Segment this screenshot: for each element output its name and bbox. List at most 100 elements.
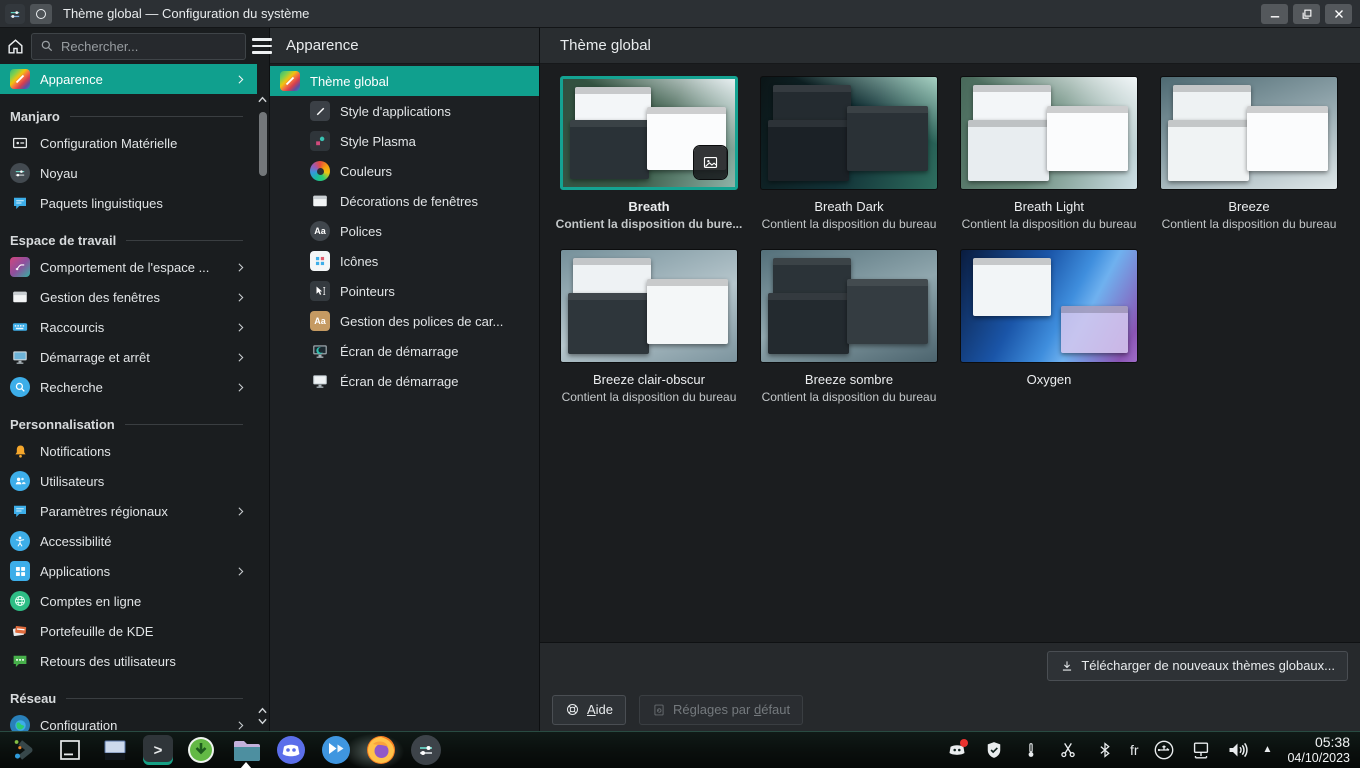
clipboard-scissors-tray-icon[interactable] [1056, 736, 1080, 764]
package-updater-launcher[interactable] [184, 733, 218, 767]
sidebar-item-notifications[interactable]: Notifications [0, 436, 257, 466]
sidebar-item-retours-utilisateurs[interactable]: Retours des utilisateurs [0, 646, 257, 676]
chevron-right-icon [234, 565, 247, 578]
sidebar-item-demarrage-arret[interactable]: Démarrage et arrêt [0, 342, 257, 372]
page-title: Thème global [540, 28, 1360, 64]
keyboard-layout-indicator[interactable]: fr [1130, 742, 1139, 758]
discord-tray-icon[interactable] [945, 736, 969, 764]
subpanel-item-style-applications[interactable]: Style d'applications [270, 96, 539, 126]
font-management-icon: Aa [310, 311, 330, 331]
search-field[interactable] [31, 32, 246, 60]
preview-image-button[interactable] [693, 145, 728, 180]
updates-icon [188, 737, 214, 763]
help-button[interactable]: Aide [552, 694, 627, 725]
defaults-button[interactable]: Réglages par défaut [639, 694, 804, 725]
sidebar-item-paquets-linguistiques[interactable]: Paquets linguistiques [0, 188, 257, 218]
theme-card-breath-dark[interactable]: Breath Dark Contient la disposition du b… [760, 76, 938, 231]
application-style-icon [310, 101, 330, 121]
section-manjaro: Manjaro [0, 104, 257, 128]
kernel-icon [10, 163, 30, 183]
subpanel-item-gestion-polices[interactable]: Aa Gestion des polices de car... [270, 306, 539, 336]
scrollbar-up-arrow[interactable] [258, 96, 267, 105]
theme-card-breeze[interactable]: Breeze Contient la disposition du bureau [1160, 76, 1338, 231]
virtual-desktop-pager[interactable] [53, 733, 87, 767]
pager-icon [60, 740, 80, 760]
main-content: Thème global Breath Contient la disposit… [540, 28, 1360, 731]
cursors-icon [310, 281, 330, 301]
subpanel-item-couleurs[interactable]: Couleurs [270, 156, 539, 186]
home-button[interactable] [6, 32, 25, 60]
download-themes-button[interactable]: Télécharger de nouveaux thèmes globaux..… [1047, 650, 1348, 681]
usb-devices-tray-icon[interactable] [1152, 736, 1176, 764]
minimize-icon [1270, 15, 1279, 17]
minimize-button[interactable] [1261, 3, 1288, 24]
search-settings-icon [10, 377, 30, 397]
sidebar-item-applications[interactable]: Applications [0, 556, 257, 586]
subpanel-item-style-plasma[interactable]: Style Plasma [270, 126, 539, 156]
sidebar-toolbar [0, 28, 272, 64]
subpanel-item-polices[interactable]: Aa Polices [270, 216, 539, 246]
sidebar-item-gestion-fenetres[interactable]: Gestion des fenêtres [0, 282, 257, 312]
theme-card-breeze-clair-obscur[interactable]: Breeze clair-obscur Contient la disposit… [560, 249, 738, 404]
network-tray-icon[interactable] [1189, 736, 1213, 764]
kde-app-launcher[interactable] [319, 733, 353, 767]
maximize-button[interactable] [1293, 3, 1320, 24]
system-settings-task[interactable] [409, 733, 443, 767]
window-title: Thème global — Configuration du système [63, 6, 310, 21]
scrollbar-up-arrow-bottom[interactable] [258, 707, 267, 716]
shortcuts-icon [10, 317, 30, 337]
terminal-launcher[interactable]: > [143, 735, 173, 765]
chevron-right-icon [234, 321, 247, 334]
sidebar-item-configuration-reseau[interactable]: Configuration [0, 710, 257, 731]
search-input[interactable] [61, 38, 237, 54]
scrollbar-down-arrow[interactable] [258, 718, 267, 727]
subpanel-item-decorations[interactable]: Décorations de fenêtres [270, 186, 539, 216]
subpanel-list: Thème global Style d'applications Style … [270, 64, 539, 396]
menu-button[interactable] [252, 32, 272, 60]
subpanel-item-ecran-demarrage-splash[interactable]: Écran de démarrage [270, 366, 539, 396]
sidebar-item-parametres-regionaux[interactable]: Paramètres régionaux [0, 496, 257, 526]
discord-launcher[interactable] [274, 733, 308, 767]
show-desktop-button[interactable] [98, 733, 132, 767]
sidebar-item-noyau[interactable]: Noyau [0, 158, 257, 188]
clock-widget[interactable]: 05:38 04/10/2023 [1285, 734, 1352, 764]
expand-tray-button[interactable]: ▲ [1263, 744, 1273, 755]
chevron-right-icon [234, 381, 247, 394]
sidebar-item-portefeuille[interactable]: Portefeuille de KDE [0, 616, 257, 646]
volume-tray-icon[interactable] [1226, 736, 1250, 764]
launcher-icon [14, 740, 33, 760]
theme-card-breeze-sombre[interactable]: Breeze sombre Contient la disposition du… [760, 249, 938, 404]
close-button[interactable] [1325, 3, 1352, 24]
subpanel-item-pointeurs[interactable]: Pointeurs [270, 276, 539, 306]
window-management-icon [10, 287, 30, 307]
bluetooth-tray-icon[interactable] [1093, 736, 1117, 764]
theme-card-oxygen[interactable]: Oxygen [960, 249, 1138, 404]
sidebar-item-recherche[interactable]: Recherche [0, 372, 257, 402]
theme-card-breath-light[interactable]: Breath Light Contient la disposition du … [960, 76, 1138, 231]
theme-thumbnail [960, 249, 1138, 363]
users-icon [10, 471, 30, 491]
sidebar-item-utilisateurs[interactable]: Utilisateurs [0, 466, 257, 496]
home-icon [8, 38, 23, 54]
user-feedback-icon [10, 651, 30, 671]
scrollbar-thumb[interactable] [259, 112, 267, 176]
theme-card-breath[interactable]: Breath Contient la disposition du bure..… [556, 76, 742, 231]
firefox-launcher[interactable] [364, 733, 398, 767]
firewall-tray-icon[interactable] [982, 736, 1006, 764]
system-settings-window: Thème global — Configuration du système [0, 0, 1360, 731]
titlebar-menu-button[interactable] [30, 3, 52, 24]
sidebar-item-comptes-en-ligne[interactable]: Comptes en ligne [0, 586, 257, 616]
sensors-tray-icon[interactable] [1019, 736, 1043, 764]
subpanel-item-ecran-demarrage-plymouth[interactable]: Écran de démarrage [270, 336, 539, 366]
app-launcher-button[interactable] [8, 733, 42, 767]
sidebar-item-comportement[interactable]: Comportement de l'espace ... [0, 252, 257, 282]
file-manager-launcher[interactable] [229, 733, 263, 768]
appearance-subpanel: Apparence Thème global Style d'applicati… [270, 28, 540, 731]
subpanel-item-theme-global[interactable]: Thème global [270, 66, 539, 96]
sidebar-item-configuration-materielle[interactable]: Configuration Matérielle [0, 128, 257, 158]
sidebar-item-accessibilite[interactable]: Accessibilité [0, 526, 257, 556]
hamburger-icon [252, 38, 272, 41]
subpanel-item-icones[interactable]: Icônes [270, 246, 539, 276]
sidebar-item-raccourcis[interactable]: Raccourcis [0, 312, 257, 342]
sidebar-item-apparence[interactable]: Apparence [0, 64, 257, 94]
